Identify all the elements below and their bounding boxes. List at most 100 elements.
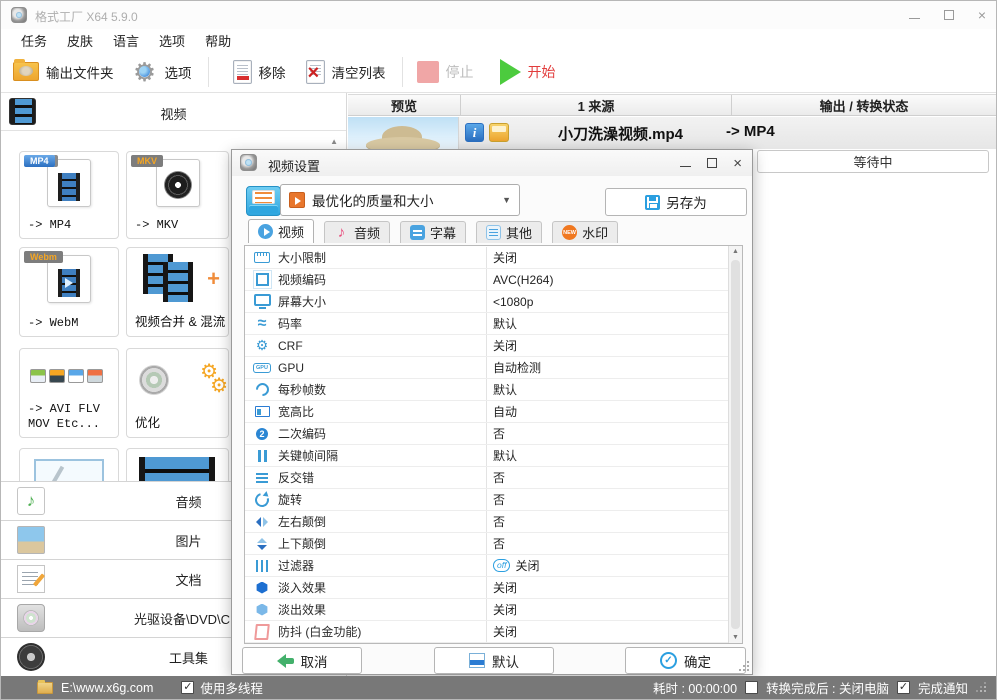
format-card-0[interactable]: MP4 -> MP4 bbox=[19, 151, 119, 239]
setting-row-filter[interactable]: 过滤器 off 关闭 bbox=[245, 555, 728, 577]
window-resize-grip[interactable] bbox=[976, 683, 986, 693]
dialog-title-bar[interactable]: 视频设置 × bbox=[232, 150, 752, 176]
menu-item-2[interactable]: 语言 bbox=[111, 31, 141, 50]
close-button[interactable]: × bbox=[978, 8, 986, 22]
format-card-4[interactable]: -> AVI FLV MOV Etc... bbox=[19, 348, 119, 438]
dialog-maximize-button[interactable] bbox=[707, 158, 718, 168]
multithread-checkbox[interactable]: ✓ bbox=[181, 681, 195, 694]
setting-row-aspect[interactable]: 宽高比 自动 bbox=[245, 401, 728, 423]
menu-item-3[interactable]: 选项 bbox=[157, 31, 187, 50]
sidebar-header-video[interactable]: 视频 bbox=[1, 93, 346, 131]
menu-item-1[interactable]: 皮肤 bbox=[65, 31, 95, 50]
column-source[interactable]: 1 来源 bbox=[460, 95, 731, 115]
output-path-folder-icon[interactable] bbox=[37, 679, 53, 694]
column-divider bbox=[486, 357, 487, 378]
shutdown-after-checkbox[interactable] bbox=[745, 681, 759, 694]
dialog-minimize-button[interactable] bbox=[680, 165, 692, 167]
card-label: -> AVI FLV MOV Etc... bbox=[28, 402, 101, 431]
tab-video[interactable]: 视频 bbox=[248, 219, 315, 243]
sidebar-scroll-up-icon[interactable]: ▲ bbox=[330, 137, 338, 146]
setting-value[interactable]: 关闭 bbox=[493, 249, 517, 266]
tab-audio[interactable]: 音频 bbox=[324, 221, 391, 243]
stop-button[interactable]: 停止 bbox=[416, 60, 474, 83]
setting-value[interactable]: off 关闭 bbox=[493, 557, 539, 574]
setting-value[interactable]: 否 bbox=[493, 535, 505, 552]
format-card-1[interactable]: MKV -> MKV bbox=[126, 151, 229, 239]
minimize-button[interactable] bbox=[908, 17, 920, 19]
setting-row-two[interactable]: 二次编码 否 bbox=[245, 423, 728, 445]
setting-row-deinterlace[interactable]: 反交错 否 bbox=[245, 467, 728, 489]
video-preview-thumbnail[interactable] bbox=[348, 117, 459, 149]
setting-value[interactable]: 关闭 bbox=[493, 623, 517, 640]
queue-row[interactable]: i 小刀洗澡视频.mp4 -> MP4 bbox=[348, 117, 996, 149]
setting-value[interactable]: 否 bbox=[493, 469, 505, 486]
setting-value[interactable]: 关闭 bbox=[493, 601, 517, 618]
setting-value[interactable]: 自动检测 bbox=[493, 359, 541, 376]
ok-button[interactable]: 确定 bbox=[625, 647, 746, 674]
setting-value[interactable]: AVC(H264) bbox=[493, 273, 553, 287]
setting-value[interactable]: <1080p bbox=[493, 295, 533, 309]
setting-row-fps[interactable]: 每秒帧数 默认 bbox=[245, 379, 728, 401]
format-card-5[interactable]: ⚙ 优化 bbox=[126, 348, 229, 438]
column-preview[interactable]: 预览 bbox=[348, 95, 460, 115]
card-label: 优化 bbox=[135, 416, 161, 431]
toolbar-divider bbox=[401, 56, 403, 87]
tab-other[interactable]: 其他 bbox=[476, 221, 543, 243]
menu-item-4[interactable]: 帮助 bbox=[203, 31, 233, 50]
setting-value[interactable]: 否 bbox=[493, 491, 505, 508]
setting-value-text: 否 bbox=[493, 427, 506, 441]
column-output-state[interactable]: 输出 / 转换状态 bbox=[731, 95, 996, 115]
setting-row-gpu[interactable]: GPU 自动检测 bbox=[245, 357, 728, 379]
menu-item-0[interactable]: 任务 bbox=[19, 31, 49, 50]
open-folder-icon[interactable] bbox=[489, 123, 509, 142]
setting-value[interactable]: 自动 bbox=[493, 403, 517, 420]
scrollbar-thumb[interactable] bbox=[731, 260, 740, 629]
tab-watermark[interactable]: 水印 bbox=[552, 221, 619, 243]
setting-value[interactable]: 关闭 bbox=[493, 579, 517, 596]
setting-value[interactable]: 否 bbox=[493, 513, 505, 530]
cancel-button[interactable]: 取消 bbox=[242, 647, 362, 674]
setting-row-stabilize[interactable]: 防抖 (白金功能) 关闭 bbox=[245, 621, 728, 643]
setting-value[interactable]: 关闭 bbox=[493, 337, 517, 354]
setting-row-flip-h[interactable]: 左右颠倒 否 bbox=[245, 511, 728, 533]
remove-button[interactable]: 移除 bbox=[232, 59, 286, 84]
setting-row-waves[interactable]: 码率 默认 bbox=[245, 313, 728, 335]
setting-row-chip[interactable]: 视频编码 AVC(H264) bbox=[245, 269, 728, 291]
start-button[interactable]: 开始 bbox=[499, 58, 556, 85]
gpu-icon bbox=[253, 360, 271, 376]
output-folder-button[interactable]: 输出文件夹 bbox=[13, 59, 114, 82]
maximize-button[interactable] bbox=[943, 10, 954, 20]
setting-row-fade-out[interactable]: 淡出效果 关闭 bbox=[245, 599, 728, 621]
setting-row-keyframe[interactable]: 关键帧间隔 默认 bbox=[245, 445, 728, 467]
preset-tray-icon bbox=[246, 186, 281, 216]
scroll-down-icon[interactable]: ▼ bbox=[729, 634, 742, 641]
dialog-resize-grip[interactable] bbox=[739, 661, 749, 671]
setting-row-gear[interactable]: CRF 关闭 bbox=[245, 335, 728, 357]
notify-checkbox[interactable]: ✓ bbox=[896, 681, 910, 694]
setting-row-ruler[interactable]: 大小限制 关闭 bbox=[245, 247, 728, 269]
setting-value[interactable]: 否 bbox=[493, 425, 505, 442]
settings-scrollbar[interactable]: ▲ ▼ bbox=[728, 246, 742, 643]
setting-row-monitor[interactable]: 屏幕大小 <1080p bbox=[245, 291, 728, 313]
clear-list-button[interactable]: 清空列表 bbox=[305, 59, 386, 84]
save-as-button[interactable]: 另存为 bbox=[605, 188, 747, 216]
setting-label: 反交错 bbox=[278, 471, 315, 485]
setting-row-rotate[interactable]: 旋转 否 bbox=[245, 489, 728, 511]
options-button[interactable]: 选项 bbox=[132, 59, 192, 85]
setting-value[interactable]: 默认 bbox=[493, 381, 517, 398]
format-card-3[interactable]: + 视频合并 & 混流 bbox=[126, 247, 229, 337]
setting-value-text: 否 bbox=[493, 515, 506, 529]
format-card-2[interactable]: Webm -> WebM bbox=[19, 247, 119, 337]
setting-value[interactable]: 默认 bbox=[493, 447, 517, 464]
fade-out-icon bbox=[253, 602, 271, 618]
default-button[interactable]: 默认 bbox=[434, 647, 554, 674]
output-path[interactable]: E:\www.x6g.com bbox=[61, 681, 153, 695]
preset-dropdown[interactable]: 最优化的质量和大小 ▼ bbox=[280, 184, 520, 216]
setting-row-fade-in[interactable]: 淡入效果 关闭 bbox=[245, 577, 728, 599]
scroll-up-icon[interactable]: ▲ bbox=[729, 248, 742, 255]
dialog-close-button[interactable]: × bbox=[733, 156, 742, 171]
tab-subtitle[interactable]: 字幕 bbox=[400, 221, 467, 243]
setting-row-flip-v[interactable]: 上下颠倒 否 bbox=[245, 533, 728, 555]
info-icon[interactable]: i bbox=[465, 123, 484, 142]
setting-value[interactable]: 默认 bbox=[493, 315, 517, 332]
